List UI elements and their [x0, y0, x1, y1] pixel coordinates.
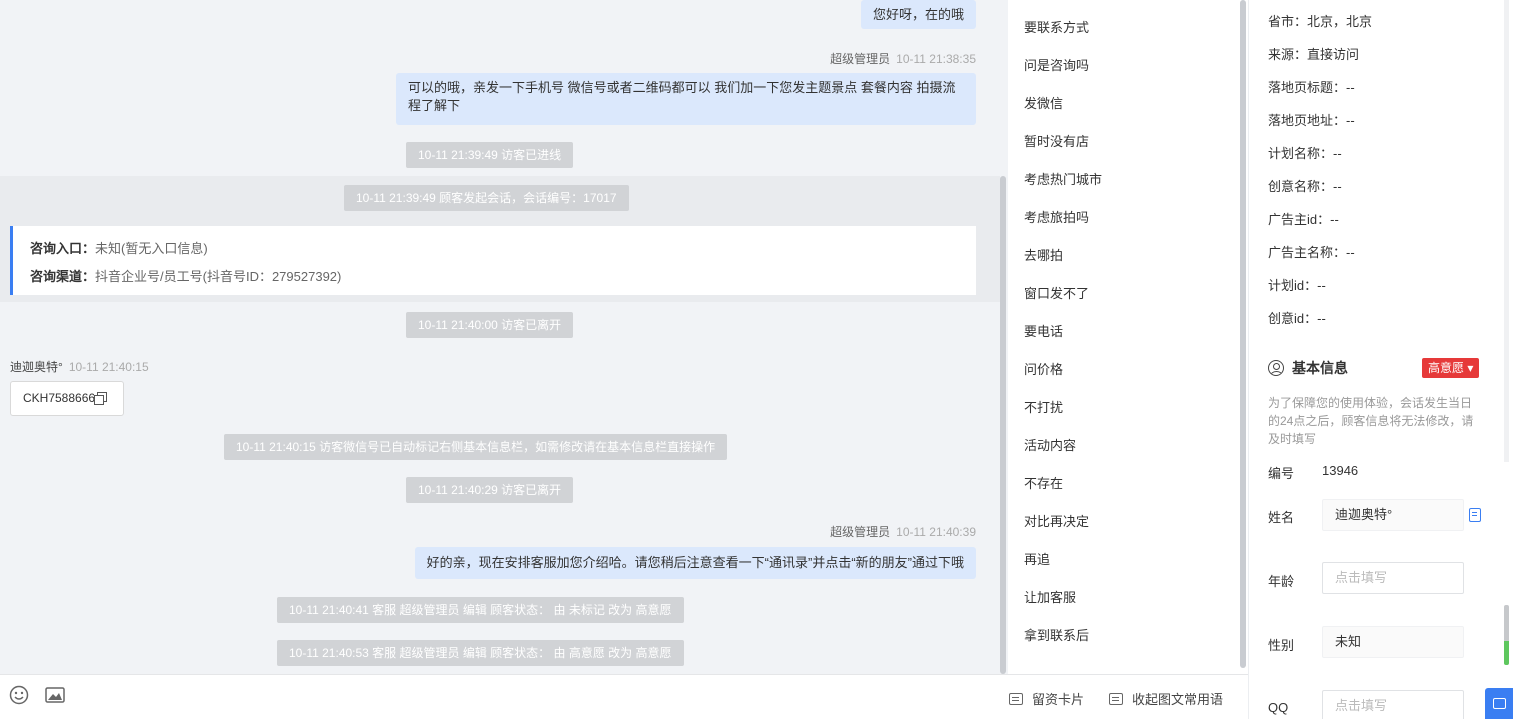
quick-reply-item[interactable]: 窗口发不了	[1024, 283, 1089, 302]
lead-card-button[interactable]: 留资卡片	[1009, 689, 1084, 708]
message-meta: 超级管理员 10-11 21:38:35	[830, 52, 976, 66]
info-row-landing-url: 落地页地址：--	[1268, 113, 1355, 128]
name-label: 姓名	[1268, 510, 1295, 525]
quick-reply-item[interactable]: 考虑旅拍吗	[1024, 207, 1089, 226]
wechat-id-chip[interactable]: CKH7588666	[10, 381, 124, 416]
system-message: 10-11 21:40:53 客服 超级管理员 编辑 顾客状态： 由 高意愿 改…	[277, 640, 684, 666]
quick-reply-item[interactable]: 不存在	[1024, 473, 1063, 492]
id-value: 13946	[1322, 463, 1359, 478]
info-row-plan-name: 计划名称：--	[1268, 146, 1342, 161]
phrases-icon	[1109, 693, 1123, 705]
gender-label: 性别	[1268, 638, 1295, 653]
age-field[interactable]: 点击填写	[1322, 562, 1464, 594]
id-label: 编号	[1268, 466, 1295, 481]
info-row-advertiser-name: 广告主名称：--	[1268, 245, 1355, 260]
copy-icon[interactable]	[1469, 508, 1481, 522]
system-message: 10-11 21:40:41 客服 超级管理员 编辑 顾客状态： 由 未标记 改…	[277, 597, 684, 623]
quick-reply-item[interactable]: 不打扰	[1024, 397, 1063, 416]
quick-reply-item[interactable]: 对比再决定	[1024, 511, 1089, 530]
intent-status-dropdown[interactable]: 高意愿 ▾	[1422, 358, 1480, 378]
emoji-icon[interactable]	[9, 685, 29, 705]
collapse-phrases-button[interactable]: 收起图文常用语	[1109, 689, 1223, 708]
info-row-landing-title: 落地页标题：--	[1268, 80, 1355, 95]
chat-float-button[interactable]	[1485, 688, 1513, 719]
info-row-creative-id: 创意id：--	[1268, 311, 1326, 326]
info-row-creative-name: 创意名称：--	[1268, 179, 1342, 194]
quick-reply-item[interactable]: 问是咨询吗	[1024, 55, 1089, 74]
side-scroll-track[interactable]	[1504, 0, 1509, 462]
quick-reply-item[interactable]: 发微信	[1024, 93, 1063, 112]
chat-message-bubble: 您好呀，在的哦	[860, 0, 976, 29]
consult-info-card: 咨询入口：未知(暂无入口信息) 咨询渠道：抖音企业号/员工号(抖音号ID：279…	[10, 226, 976, 295]
chat-panel: 您好呀，在的哦 超级管理员 10-11 21:38:35 可以的哦，亲发一下手机号…	[0, 0, 1008, 674]
message-meta: 迪迦奥特° 10-11 21:40:15	[10, 360, 149, 374]
info-row-plan-id: 计划id：--	[1268, 278, 1326, 293]
quick-reply-item[interactable]: 再追	[1024, 549, 1050, 568]
system-message: 10-11 21:39:49 顾客发起会话，会话编号：17017	[344, 185, 629, 211]
age-label: 年龄	[1268, 574, 1295, 589]
quick-reply-panel: 要联系方式 问是咨询吗 发微信 暂时没有店 考虑热门城市 考虑旅拍吗 去哪拍 窗…	[1008, 0, 1248, 674]
user-icon	[1268, 360, 1284, 376]
quick-reply-item[interactable]: 去哪拍	[1024, 245, 1063, 264]
quick-reply-item[interactable]: 让加客服	[1024, 587, 1076, 606]
name-field[interactable]: 迪迦奥特°	[1322, 499, 1464, 531]
system-message: 10-11 21:40:29 访客已离开	[406, 477, 574, 503]
quick-reply-item[interactable]: 暂时没有店	[1024, 131, 1089, 150]
chat-scrollbar[interactable]	[1000, 176, 1006, 674]
input-toolbar: 留资卡片 收起图文常用语	[0, 674, 1248, 719]
qq-field[interactable]: 点击填写	[1322, 690, 1464, 719]
card-icon	[1009, 693, 1023, 705]
side-scroll-thumb[interactable]	[1504, 605, 1509, 665]
quick-reply-item[interactable]: 问价格	[1024, 359, 1063, 378]
copy-icon[interactable]	[94, 392, 108, 405]
message-meta: 超级管理员 10-11 21:40:39	[830, 525, 976, 539]
system-message: 10-11 21:40:15 访客微信号已自动标记右侧基本信息栏，如需修改请在基…	[224, 434, 728, 460]
chat-message-bubble: 可以的哦，亲发一下手机号 微信号或者二维码都可以 我们加一下您发主题景点 套餐内…	[396, 73, 976, 125]
image-icon[interactable]	[45, 685, 65, 705]
qq-label: QQ	[1268, 700, 1289, 715]
quick-reply-item[interactable]: 拿到联系后	[1024, 625, 1089, 644]
quick-reply-scrollbar[interactable]	[1240, 0, 1246, 668]
chat-message-bubble: 好的亲，现在安排客服加您介绍哈。请您稍后注意查看一下“通讯录”并点击“新的朋友”…	[414, 547, 976, 579]
basic-info-heading: 基本信息	[1268, 358, 1348, 378]
quick-reply-item[interactable]: 考虑热门城市	[1024, 169, 1102, 188]
system-message: 10-11 21:40:00 访客已离开	[406, 312, 574, 338]
quick-reply-item[interactable]: 要联系方式	[1024, 17, 1089, 36]
customer-info-panel: 省市：北京，北京 来源：直接访问 落地页标题：-- 落地页地址：-- 计划名称：…	[1248, 0, 1513, 719]
quick-reply-item[interactable]: 活动内容	[1024, 435, 1076, 454]
edit-notice: 为了保障您的使用体验，会话发生当日的24点之后，顾客信息将无法修改，请及时填写	[1268, 396, 1474, 446]
gender-field[interactable]: 未知	[1322, 626, 1464, 658]
system-message: 10-11 21:39:49 访客已进线	[406, 142, 574, 168]
info-row-source: 来源：直接访问	[1268, 47, 1360, 62]
info-row-advertiser-id: 广告主id：--	[1268, 212, 1339, 227]
info-row-province: 省市：北京，北京	[1268, 14, 1373, 29]
quick-reply-item[interactable]: 要电话	[1024, 321, 1063, 340]
